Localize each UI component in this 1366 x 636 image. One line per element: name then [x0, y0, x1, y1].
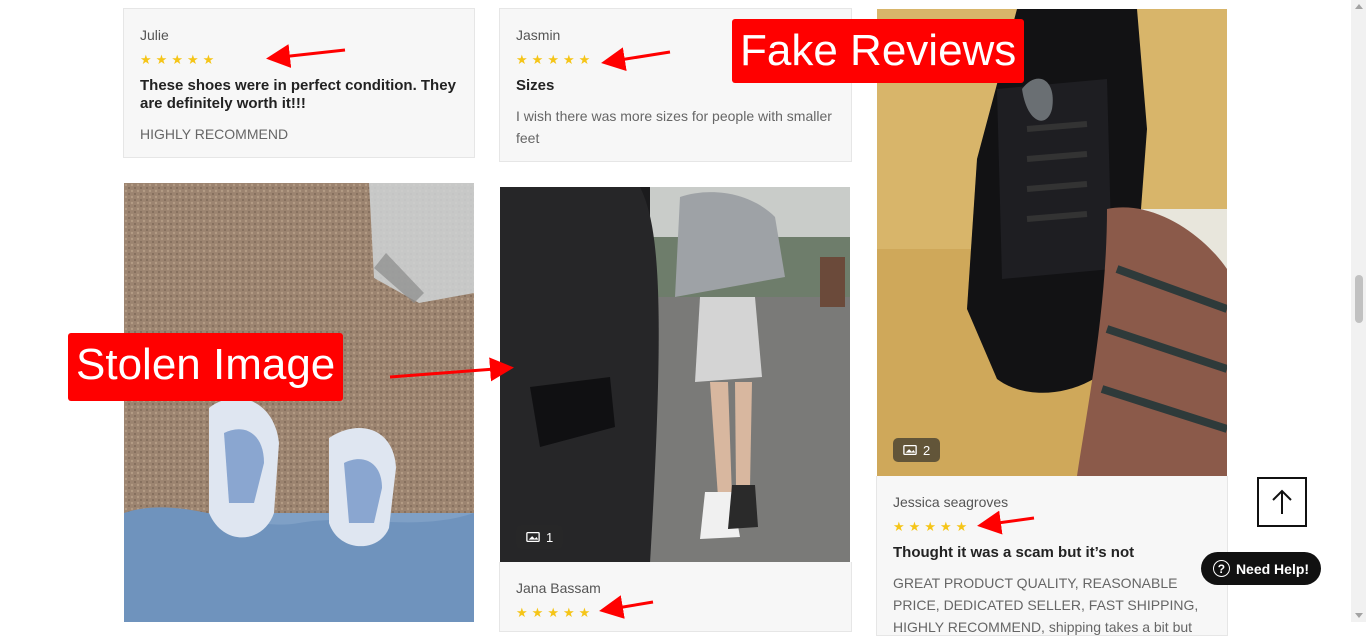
review-text: I wish there was more sizes for people w… [516, 108, 832, 146]
fake-reviews-annotation: Fake Reviews [732, 19, 1025, 83]
star-rating: ★ ★ ★ ★ ★ [140, 53, 458, 67]
review-text: GREAT PRODUCT QUALITY, REASONABLE PRICE,… [893, 575, 1199, 635]
star-icon: ★ [516, 605, 528, 620]
review-title: Thought it was a scam but it’s not [893, 544, 1135, 561]
photo-count-badge: 2 [893, 438, 941, 462]
star-icon: ★ [202, 52, 215, 67]
page-scrollbar[interactable] [1351, 0, 1366, 622]
star-icon: ★ [562, 52, 575, 67]
star-icon: ★ [171, 52, 183, 67]
need-help-label: Need Help! [1235, 560, 1310, 577]
star-icon: ★ [140, 52, 152, 67]
star-icon: ★ [955, 519, 968, 534]
back-to-top-button[interactable] [1257, 477, 1307, 527]
star-icon: ★ [908, 519, 921, 534]
reviewer-name: Jana Bassam [516, 580, 601, 596]
star-icon: ★ [924, 519, 936, 534]
star-icon: ★ [547, 605, 559, 620]
star-icon: ★ [562, 605, 575, 620]
review-card-jessica: Jessica seagroves ★ ★ ★ ★ ★ Thought it was a… [876, 476, 1228, 636]
review-photo-sneakers-carpet[interactable] [124, 183, 474, 622]
arrow-up-icon [1272, 489, 1292, 514]
scroll-down-arrow-icon[interactable] [1355, 613, 1363, 618]
photo-count: 2 [923, 442, 931, 458]
image-icon [903, 444, 917, 456]
photo-count-badge: 1 [516, 525, 564, 549]
reviewer-name: Julie [140, 27, 169, 43]
review-card-julie: Julie ★ ★ ★ ★ ★ These shoes were in perfect … [123, 8, 475, 158]
girl-car-image [500, 187, 850, 563]
star-icon: ★ [155, 52, 168, 67]
image-icon [526, 531, 540, 543]
review-title: These shoes were in perfect condition. T… [140, 77, 456, 112]
reviewer-name: Jessica seagroves [893, 494, 1009, 510]
need-help-button[interactable]: ? Need Help! [1201, 552, 1321, 585]
scrollbar-thumb[interactable] [1355, 275, 1363, 323]
stolen-image-annotation: Stolen Image [68, 333, 344, 401]
star-icon: ★ [939, 519, 952, 534]
scroll-up-arrow-icon[interactable] [1355, 4, 1363, 9]
help-icon: ? [1212, 560, 1230, 577]
review-text: HIGHLY RECOMMEND [140, 126, 289, 142]
star-rating: ★ ★ ★ ★ ★ [893, 520, 1211, 534]
star-icon: ★ [578, 52, 591, 67]
star-icon: ★ [516, 52, 528, 67]
star-icon: ★ [578, 605, 591, 620]
star-icon: ★ [531, 605, 544, 620]
star-icon: ★ [547, 52, 559, 67]
star-icon: ★ [893, 519, 905, 534]
sneakers-carpet-image [124, 183, 474, 622]
star-icon: ★ [531, 52, 544, 67]
review-photo-jana[interactable]: 1 [500, 187, 850, 563]
photo-count: 1 [546, 529, 554, 545]
star-rating: ★ ★ ★ ★ ★ [516, 606, 835, 620]
star-icon: ★ [186, 52, 199, 67]
